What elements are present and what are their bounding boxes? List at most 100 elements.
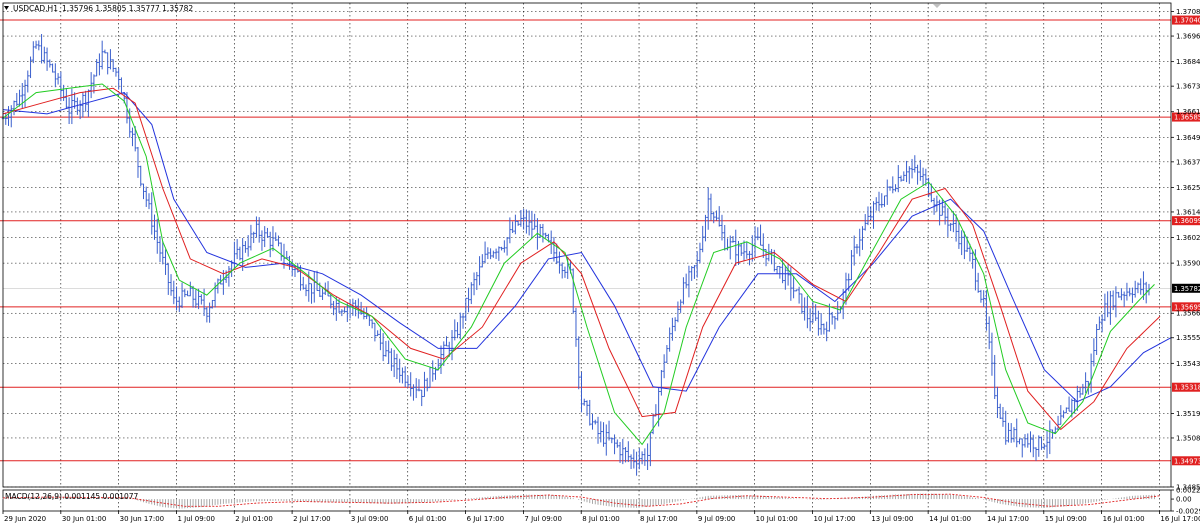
candle [1133,280,1137,298]
candle [401,367,404,384]
candle [750,235,754,262]
candle [1065,407,1068,414]
candle [852,235,856,266]
candle [4,112,8,125]
candle [646,443,649,471]
candle [1125,282,1129,301]
candle [461,312,465,329]
x-tick-label: 8 Jul 01:00 [582,515,620,523]
candle [514,214,517,235]
candle [315,270,319,292]
candle [830,311,834,325]
candle [98,53,101,76]
candle [1139,278,1142,295]
candle [271,226,275,252]
candle [522,208,525,230]
candle [544,232,547,239]
candle [169,274,173,296]
candle [695,251,699,278]
candle [144,186,148,207]
candle [610,437,614,444]
candle [682,277,685,305]
candle [698,242,702,264]
candle [662,354,666,379]
candle [120,77,123,94]
candle [508,217,512,244]
y-tick-label: 1.36730 [1176,83,1200,91]
candle [651,413,655,435]
x-tick-label: 2 Jul 17:00 [293,515,331,523]
candle [288,255,291,270]
candle [602,422,605,447]
candle [423,371,426,398]
candle [43,46,46,64]
candle [9,105,13,128]
candle [439,345,443,375]
price-axis: 1.37080 1.36965 1.36845 1.36730 1.36610 1.364… [1171,8,1200,492]
candle [368,314,371,326]
candle [29,56,32,79]
candle [541,223,545,243]
candle [235,239,239,260]
candle [762,233,765,258]
candle [180,282,184,309]
candle [45,47,49,71]
candle [855,244,859,254]
y-tick-label: 1.36610 [1176,108,1200,116]
candle [516,220,520,226]
candle [1056,415,1060,431]
candle [632,449,636,469]
candle [530,210,534,239]
symbol-label: USDCAD,H1 [13,4,58,13]
candle [7,106,10,126]
candle [982,290,985,308]
candle [472,272,476,296]
candle [158,236,162,263]
candle [450,329,454,361]
candle [1114,286,1118,318]
time-axis: 29 Jun 2020 30 Jun 01:00 30 Jun 17:00 1 Jul… [2,511,1200,523]
candle [483,241,487,264]
x-tick-label: 16 Jul 17:00 [1160,515,1200,523]
candle [326,281,330,297]
candle [376,330,379,337]
candle [593,419,597,425]
candle [976,272,980,293]
y-tick-label: 1.37080 [1176,8,1200,16]
candle [111,59,115,73]
candle [1051,429,1054,439]
candle [67,97,71,125]
candle [458,312,462,340]
macd-y-tick-label: -0.00297 [1176,508,1200,516]
candle [312,271,316,303]
chart-canvas[interactable]: 1.370401.365851.360991.356951.353181.349… [0,0,1200,527]
candle [885,179,889,205]
candle [1040,436,1043,450]
candle [464,297,468,322]
candle [883,195,886,207]
candle [640,451,644,465]
macd-label: MACD(12,26,9) 0.001145 0.001077 [5,492,139,501]
horizontal-levels[interactable]: 1.370401.365851.360991.356951.353181.349… [0,15,1200,466]
candle [1067,396,1071,412]
y-tick-label: 1.35080 [1176,434,1200,442]
candle [48,59,52,68]
candle [913,155,917,173]
candle [797,286,801,304]
candle [329,294,333,309]
candle [679,299,682,313]
candle [109,49,112,70]
candle [381,333,385,362]
candle [1015,418,1019,448]
candle [486,247,490,260]
candle [233,241,236,269]
candle [117,68,120,90]
candle [745,242,749,259]
candle [808,308,812,332]
scroll-marker-icon[interactable] [933,4,941,8]
candle [1034,447,1038,461]
candle [563,266,567,278]
triangle-down-icon[interactable] [4,6,9,10]
candle [252,231,255,243]
candle [246,235,250,257]
